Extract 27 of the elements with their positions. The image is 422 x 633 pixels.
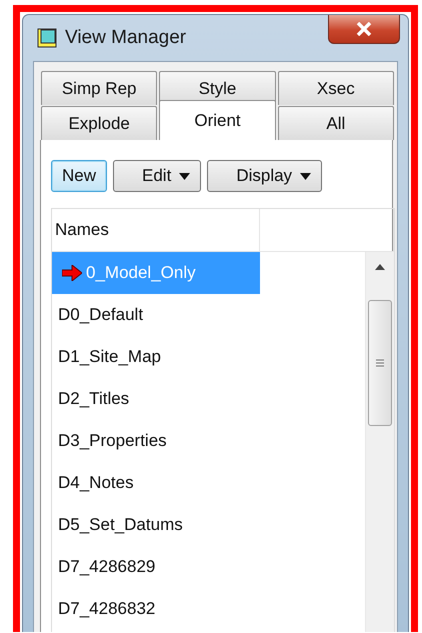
list-item[interactable]: D2_Titles: [52, 378, 260, 420]
list-item[interactable]: D0_Default: [52, 294, 260, 336]
scrollbar-thumb[interactable]: [368, 300, 392, 426]
tab[interactable]: Explode: [41, 106, 158, 140]
toolbar-button[interactable]: Display: [207, 160, 322, 192]
toolbar-button[interactable]: New: [51, 160, 108, 192]
tab[interactable]: Xsec: [278, 71, 394, 105]
scroll-up-icon[interactable]: [375, 264, 385, 270]
window-title: View Manager: [65, 27, 188, 49]
list-item[interactable]: D7_4286832: [52, 588, 260, 630]
caret-icon: [300, 172, 312, 180]
arrow-icon: [62, 265, 82, 281]
list-item[interactable]: D5_Set_Datums: [52, 504, 260, 546]
window-icon: [37, 28, 57, 48]
column-header[interactable]: Names: [52, 209, 260, 251]
tab[interactable]: Simp Rep: [41, 71, 158, 105]
list-item[interactable]: D3_Properties: [52, 420, 260, 462]
list-item[interactable]: D4_Notes: [52, 462, 260, 504]
list-item[interactable]: D1_Site_Map: [52, 336, 260, 378]
close-icon: [356, 22, 372, 36]
close-button[interactable]: [328, 15, 400, 44]
tab[interactable]: All: [278, 106, 394, 140]
tab[interactable]: Orient: [159, 100, 276, 140]
list-item[interactable]: D7_4286829: [52, 546, 260, 588]
scrollbar[interactable]: [365, 252, 394, 632]
toolbar-button[interactable]: Edit: [113, 160, 202, 192]
caret-icon: [179, 172, 190, 180]
